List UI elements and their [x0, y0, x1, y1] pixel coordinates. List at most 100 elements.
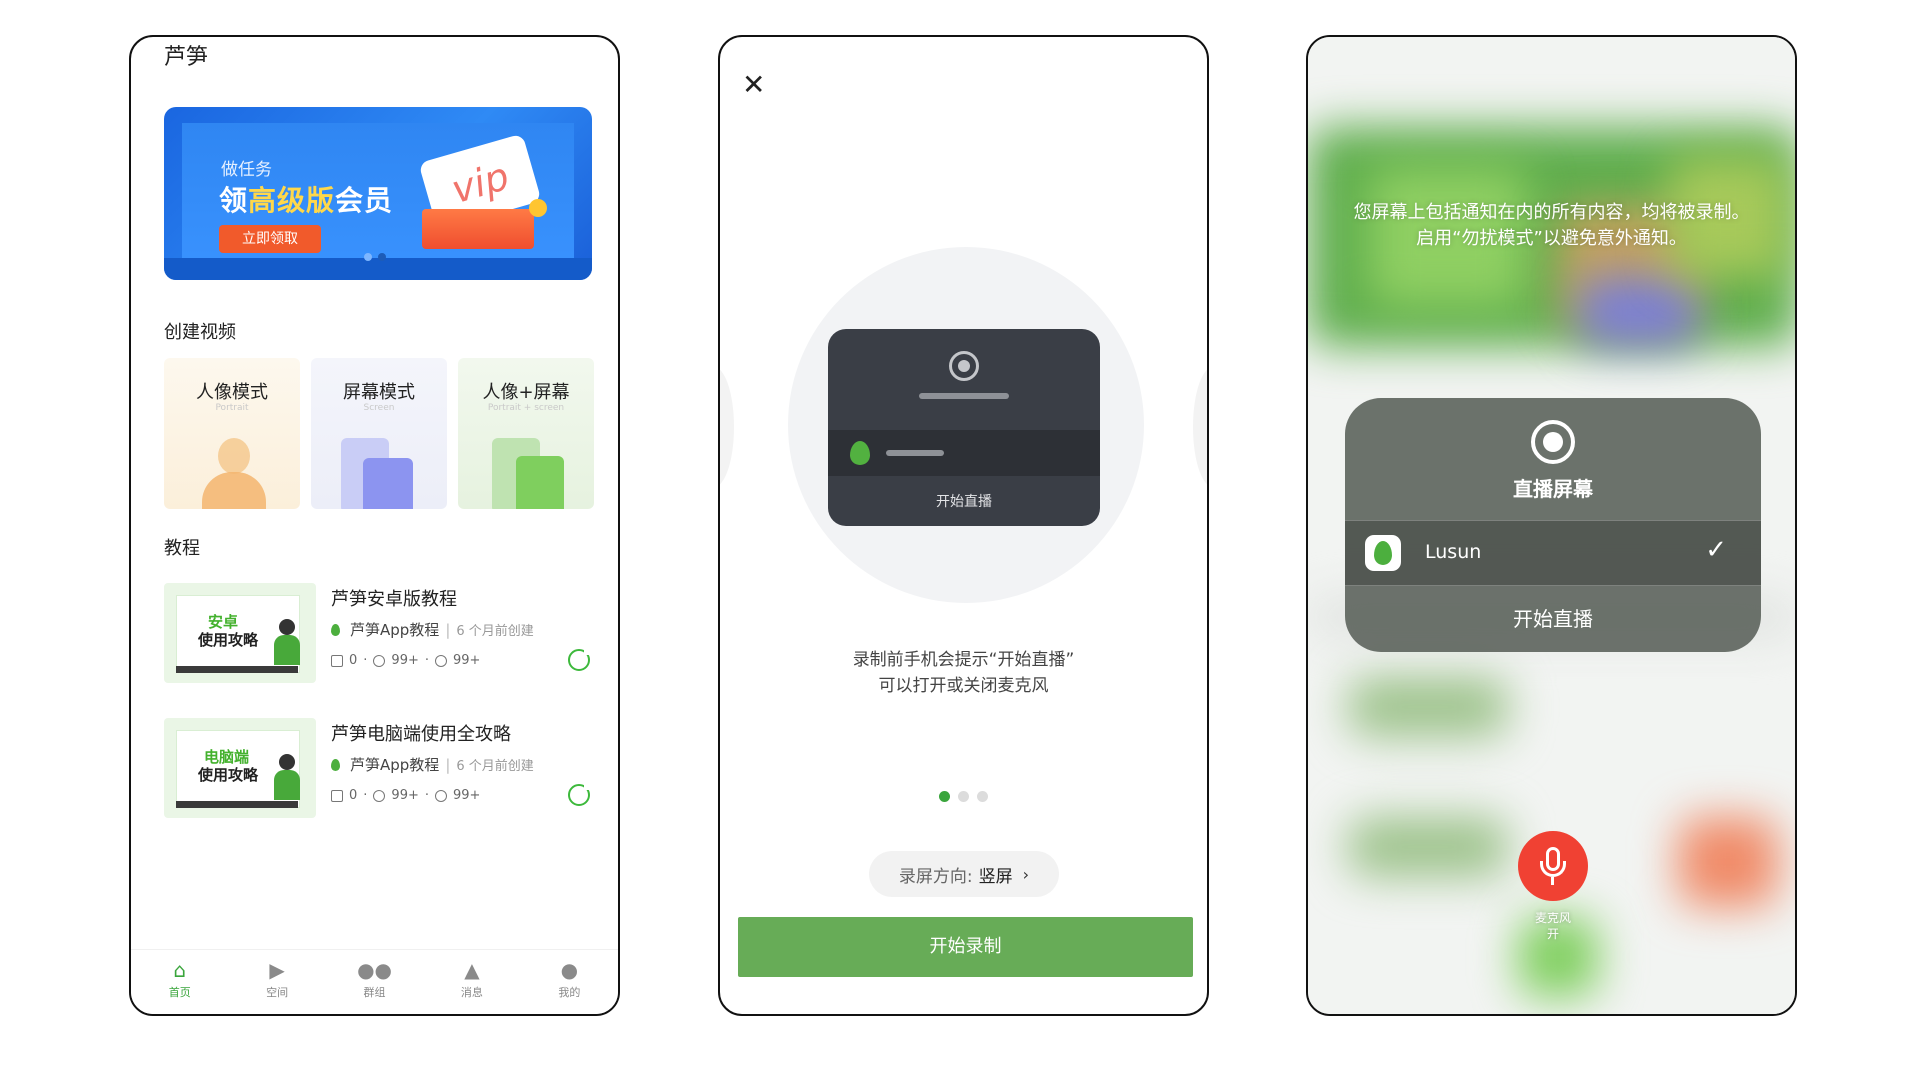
pager-dot[interactable] [939, 791, 950, 802]
tab-space[interactable]: ▶ 空间 [228, 950, 325, 1014]
tutorial-item[interactable]: 电脑端 使用攻略 芦笋电脑端使用全攻略 芦笋App教程 | 6 个月前创建 0 ·… [164, 718, 594, 818]
banner-title: 领高级版会员 [219, 179, 393, 219]
hint-line-1: 录制前手机会提示“开始直播” [852, 650, 1075, 670]
thumb-line2: 使用攻略 [198, 766, 259, 784]
comment-icon [331, 654, 343, 667]
pager-dot[interactable] [977, 791, 988, 802]
tutorial-title: 芦笋电脑端使用全攻略 [331, 724, 511, 745]
banner-pager-dot [364, 253, 372, 261]
start-broadcast-button[interactable]: 开始直播 [1345, 603, 1761, 632]
mode-title: 人像模式 [196, 382, 268, 403]
view-count: 99+ [453, 653, 481, 668]
like-count: 99+ [391, 788, 419, 803]
recording-notice: 您屏幕上包括通知在内的所有内容，均将被录制。启用“勿扰模式”以避免意外通知。 [1353, 202, 1750, 249]
hint-line-2: 可以打开或关闭麦克风 [878, 676, 1049, 696]
screen-illustration [341, 438, 413, 509]
mode-title: 屏幕模式 [343, 382, 415, 403]
portrait-screen-mode-card[interactable]: 人像+屏幕 Portrait + screen [458, 358, 594, 509]
portrait-screen-illustration [492, 438, 564, 509]
tutorial-created: 6 个月前创建 [456, 759, 534, 774]
group-icon: ●● [357, 958, 392, 982]
recording-hint: 录制前手机会提示“开始直播” 可以打开或关闭麦克风 [720, 647, 1207, 699]
broadcast-picker-screen: 您屏幕上包括通知在内的所有内容，均将被录制。启用“勿扰模式”以避免意外通知。 直… [1306, 35, 1797, 1016]
tutorial-channel: 芦笋App教程 [350, 756, 440, 774]
meta-separator: | [445, 755, 451, 774]
mic-state: 开 [1546, 927, 1559, 941]
app-row-illustration [828, 430, 1100, 476]
bell-icon: ▲ [464, 958, 480, 982]
record-icon [1531, 420, 1575, 464]
tutorial-meta: 芦笋App教程 | 6 个月前创建 [331, 619, 534, 640]
banner-title-accent: 高级版 [248, 184, 336, 217]
orientation-selector[interactable]: 录屏方向: 竖屏 › [869, 851, 1059, 897]
presenter-figure [274, 619, 300, 665]
tutorial-stats: 0 · 99+ · 99+ [331, 788, 480, 803]
key-illustration [529, 199, 547, 217]
tab-label: 首页 [168, 986, 191, 999]
portrait-mode-card[interactable]: 人像模式 Portrait [164, 358, 300, 509]
mode-subtitle: Screen [363, 403, 395, 413]
banner-title-suffix: 会员 [335, 184, 394, 217]
record-icon [949, 351, 979, 381]
app-title: 芦笋 [164, 45, 209, 70]
pager-dot[interactable] [958, 791, 969, 802]
thumb-line2: 使用攻略 [198, 631, 259, 649]
start-recording-button[interactable]: 开始录制 [738, 917, 1193, 977]
broadcast-sheet-illustration: 开始直播 [828, 329, 1100, 526]
tab-messages[interactable]: ▲ 消息 [423, 950, 520, 1014]
person-illustration [202, 438, 266, 509]
tab-home[interactable]: ⌂ 首页 [131, 950, 228, 1014]
record-setup-screen: ✕ 开始直播 录制前手机会提示“开始直播” 可以打开或关闭麦克风 录屏方向: 竖… [718, 35, 1209, 1016]
comment-icon [331, 789, 343, 802]
slide-pager [939, 791, 988, 802]
app-name: Lusun [1425, 541, 1482, 563]
banner-pager [364, 253, 386, 261]
chevron-right-icon: › [1022, 864, 1030, 884]
wallet-illustration [422, 209, 534, 249]
app-option-lusun[interactable]: Lusun ✓ [1345, 520, 1761, 586]
next-slide-peek [1193, 367, 1207, 487]
tutorial-item[interactable]: 安卓 使用攻略 芦笋安卓版教程 芦笋App教程 | 6 个月前创建 0 · 99+… [164, 583, 594, 683]
tutorial-thumbnail: 安卓 使用攻略 [164, 583, 316, 683]
leaf-icon [850, 441, 870, 465]
tutorial-meta: 芦笋App教程 | 6 个月前创建 [331, 754, 534, 775]
illustration-start-label: 开始直播 [936, 494, 992, 510]
tab-label: 消息 [460, 986, 483, 999]
smile-icon [373, 789, 386, 802]
microphone-toggle[interactable] [1518, 831, 1588, 901]
broadcast-sheet: 直播屏幕 Lusun ✓ 开始直播 [1345, 398, 1761, 652]
tab-me[interactable]: ● 我的 [521, 950, 618, 1014]
tab-label: 群组 [363, 986, 386, 999]
eye-icon [435, 789, 447, 802]
mode-subtitle: Portrait + screen [487, 403, 565, 413]
close-icon[interactable]: ✕ [742, 71, 765, 99]
play-icon: ▶ [269, 958, 285, 982]
orientation-value: 竖屏 [978, 866, 1013, 887]
tab-groups[interactable]: ●● 群组 [326, 950, 423, 1014]
banner-pager-dot [378, 253, 386, 261]
prev-slide-peek [720, 367, 734, 487]
tab-label: 我的 [558, 986, 581, 999]
banner-floor [164, 258, 592, 280]
comment-count: 0 [349, 788, 358, 803]
claim-button[interactable]: 立即领取 [219, 225, 321, 253]
user-icon: ● [560, 958, 579, 982]
banner-subtitle: 做任务 [221, 160, 272, 180]
sheet-title: 直播屏幕 [1513, 477, 1593, 501]
tutorial-title: 芦笋安卓版教程 [331, 589, 457, 610]
tutorial-heading: 教程 [164, 538, 200, 559]
home-screen: 芦笋 做任务 领高级版会员 立即领取 vip 创建视频 人像模式 Portrai… [129, 35, 620, 1016]
video-progress-bar [176, 666, 298, 673]
placeholder-line [919, 393, 1009, 399]
share-icon[interactable] [568, 782, 592, 806]
screen-mode-card[interactable]: 屏幕模式 Screen [311, 358, 447, 509]
promo-banner[interactable]: 做任务 领高级版会员 立即领取 vip [164, 107, 592, 280]
smile-icon [373, 654, 386, 667]
mode-title: 人像+屏幕 [482, 382, 570, 403]
create-video-heading: 创建视频 [164, 322, 236, 343]
tab-label: 空间 [266, 986, 289, 999]
share-icon[interactable] [568, 647, 592, 671]
mode-subtitle: Portrait [215, 403, 249, 413]
placeholder-line [886, 450, 944, 456]
presenter-figure [274, 754, 300, 800]
